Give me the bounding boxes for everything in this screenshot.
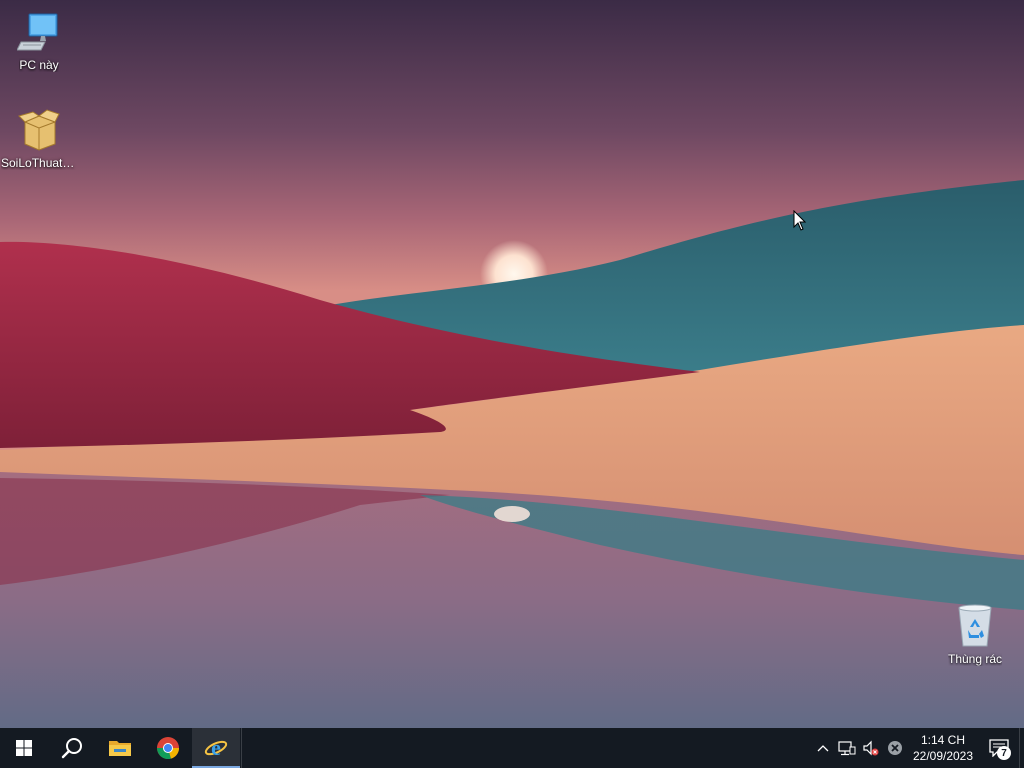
volume-button[interactable] <box>859 728 883 768</box>
chrome-icon <box>157 737 180 760</box>
desktop-icon-this-pc[interactable]: PC này <box>1 10 77 72</box>
taskbar: e 1:14 CH 22/09/2023 7 <box>0 728 1024 768</box>
desktop-icon-package[interactable]: SoiLoThuat_... <box>1 108 77 170</box>
file-explorer-button[interactable] <box>96 728 144 768</box>
start-button[interactable] <box>0 728 48 768</box>
computer-icon <box>17 10 61 54</box>
desktop-icon-label: Thùng rác <box>947 652 1003 666</box>
search-button[interactable] <box>48 728 96 768</box>
clock-date: 22/09/2023 <box>912 749 974 763</box>
error-icon <box>888 741 902 755</box>
internet-explorer-button[interactable]: e <box>192 728 240 768</box>
action-center-button[interactable]: 7 <box>979 728 1019 768</box>
recycle-bin-icon <box>953 604 997 648</box>
error-status-button[interactable] <box>883 728 907 768</box>
windows-logo-icon <box>16 740 32 756</box>
chrome-button[interactable] <box>144 728 192 768</box>
svg-text:e: e <box>211 736 221 760</box>
folder-icon <box>109 741 131 756</box>
search-icon <box>61 738 82 759</box>
wallpaper <box>0 0 1024 728</box>
volume-muted-icon <box>863 740 879 756</box>
chevron-up-icon <box>817 745 829 752</box>
network-icon <box>838 741 856 756</box>
package-icon <box>17 108 61 152</box>
clock-button[interactable]: 1:14 CH 22/09/2023 <box>907 732 979 764</box>
taskbar-separator <box>241 728 242 768</box>
desktop-icon-recycle-bin[interactable]: Thùng rác <box>937 604 1013 666</box>
internet-explorer-icon: e <box>204 736 228 760</box>
show-desktop-button[interactable] <box>1019 728 1024 768</box>
desktop-icon-label: PC này <box>19 58 59 72</box>
show-hidden-icons-button[interactable] <box>811 728 835 768</box>
clock-time: 1:14 CH <box>920 733 966 747</box>
system-tray: 1:14 CH 22/09/2023 7 <box>811 728 1024 768</box>
desktop-icon-label: SoiLoThuat_... <box>1 156 77 170</box>
mouse-cursor-icon <box>793 210 807 231</box>
notification-count-badge: 7 <box>997 746 1011 760</box>
desktop[interactable]: PC này SoiLoThuat_... Thùng rác <box>0 0 1024 728</box>
network-button[interactable] <box>835 728 859 768</box>
